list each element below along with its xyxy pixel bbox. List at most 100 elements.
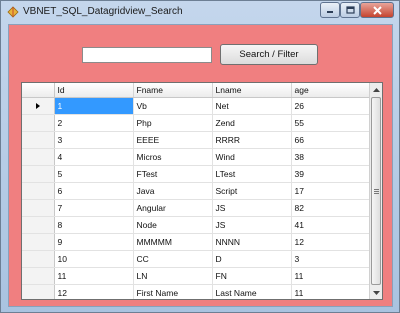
column-header-age[interactable]: age (291, 83, 371, 98)
cell-fname[interactable]: Php (133, 114, 213, 132)
row-header-cell[interactable] (22, 199, 55, 217)
row-header-cell[interactable] (22, 97, 55, 115)
cell-lname[interactable]: Script (212, 182, 292, 200)
cell-lname[interactable]: Zend (212, 114, 292, 132)
cell-fname[interactable]: First Name (133, 284, 213, 299)
data-grid[interactable]: Id Fname Lname age 1 Vb Net 26 2 Php Zend 55 3 EE… (21, 82, 383, 300)
cell-id[interactable]: 7 (54, 199, 134, 217)
cell-fname[interactable]: MMMMM (133, 233, 213, 251)
table-row[interactable]: 6 Java Script 17 (22, 182, 371, 200)
column-header-row: Id Fname Lname age (22, 83, 371, 98)
row-header-cell[interactable] (22, 148, 55, 166)
row-header-cell[interactable] (22, 131, 55, 149)
vertical-scrollbar[interactable] (369, 83, 382, 299)
table-row[interactable]: 10 CC D 3 (22, 250, 371, 268)
cell-lname[interactable]: NNNN (212, 233, 292, 251)
window-title: VBNET_SQL_Datagridview_Search (23, 6, 183, 17)
cell-age[interactable]: 12 (291, 233, 371, 251)
cell-age[interactable]: 82 (291, 199, 371, 217)
minimize-icon (327, 11, 333, 13)
cell-id[interactable]: 1 (54, 97, 134, 115)
row-header-cell[interactable] (22, 284, 55, 299)
cell-lname[interactable]: Last Name (212, 284, 292, 299)
cell-age[interactable]: 38 (291, 148, 371, 166)
row-header-cell[interactable] (22, 216, 55, 234)
column-header-lname[interactable]: Lname (212, 83, 292, 98)
close-button[interactable] (360, 2, 394, 18)
cell-fname[interactable]: EEEE (133, 131, 213, 149)
cell-fname[interactable]: Micros (133, 148, 213, 166)
cell-fname[interactable]: Node (133, 216, 213, 234)
cell-age[interactable]: 39 (291, 165, 371, 183)
table-row[interactable]: 9 MMMMM NNNN 12 (22, 233, 371, 251)
row-header-cell[interactable] (22, 114, 55, 132)
row-header-cell[interactable] (22, 233, 55, 251)
table-row[interactable]: 2 Php Zend 55 (22, 114, 371, 132)
scroll-thumb[interactable] (371, 97, 381, 285)
cell-age[interactable]: 11 (291, 284, 371, 299)
column-header-fname[interactable]: Fname (133, 83, 213, 98)
cell-id[interactable]: 9 (54, 233, 134, 251)
scroll-grip-icon (373, 190, 379, 192)
table-row[interactable]: 12 First Name Last Name 11 (22, 284, 371, 299)
cell-lname[interactable]: LTest (212, 165, 292, 183)
cell-lname[interactable]: FN (212, 267, 292, 285)
table-row[interactable]: 5 FTest LTest 39 (22, 165, 371, 183)
cell-age[interactable]: 26 (291, 97, 371, 115)
table-row[interactable]: 8 Node JS 41 (22, 216, 371, 234)
cell-id[interactable]: 2 (54, 114, 134, 132)
table-row[interactable]: 1 Vb Net 26 (22, 97, 371, 115)
cell-id[interactable]: 11 (54, 267, 134, 285)
form-client-area: Search / Filter Id Fname Lname age 1 Vb Ne… (8, 24, 393, 307)
row-header-cell[interactable] (22, 165, 55, 183)
table-row[interactable]: 3 EEEE RRRR 66 (22, 131, 371, 149)
cell-id[interactable]: 6 (54, 182, 134, 200)
cell-age[interactable]: 66 (291, 131, 371, 149)
search-input[interactable] (82, 47, 212, 63)
data-grid-table: Id Fname Lname age 1 Vb Net 26 2 Php Zend 55 3 EE… (22, 83, 371, 299)
scroll-down-button[interactable] (370, 286, 382, 299)
table-row[interactable]: 11 LN FN 11 (22, 267, 371, 285)
cell-id[interactable]: 5 (54, 165, 134, 183)
maximize-button[interactable] (340, 2, 360, 18)
cell-fname[interactable]: LN (133, 267, 213, 285)
cell-fname[interactable]: Angular (133, 199, 213, 217)
cell-id[interactable]: 8 (54, 216, 134, 234)
cell-fname[interactable]: Vb (133, 97, 213, 115)
cell-fname[interactable]: CC (133, 250, 213, 268)
cell-fname[interactable]: Java (133, 182, 213, 200)
cell-id[interactable]: 12 (54, 284, 134, 299)
close-icon (372, 5, 382, 15)
table-row[interactable]: 7 Angular JS 82 (22, 199, 371, 217)
grid-body: 1 Vb Net 26 2 Php Zend 55 3 EEEE RRRR 66 4 Micros Wind… (22, 97, 371, 299)
cell-lname[interactable]: RRRR (212, 131, 292, 149)
corner-header-cell[interactable] (22, 83, 55, 98)
cell-id[interactable]: 4 (54, 148, 134, 166)
cell-age[interactable]: 3 (291, 250, 371, 268)
title-bar[interactable]: VBNET_SQL_Datagridview_Search (1, 1, 399, 23)
cell-id[interactable]: 3 (54, 131, 134, 149)
cell-id[interactable]: 10 (54, 250, 134, 268)
cell-fname[interactable]: FTest (133, 165, 213, 183)
cell-age[interactable]: 11 (291, 267, 371, 285)
search-filter-button[interactable]: Search / Filter (220, 44, 318, 65)
scroll-up-button[interactable] (370, 83, 382, 96)
app-icon (7, 6, 19, 18)
cell-lname[interactable]: Net (212, 97, 292, 115)
minimize-button[interactable] (320, 2, 340, 18)
cell-lname[interactable]: D (212, 250, 292, 268)
cell-age[interactable]: 55 (291, 114, 371, 132)
cell-lname[interactable]: Wind (212, 148, 292, 166)
app-window: VBNET_SQL_Datagridview_Search Search / F… (0, 0, 400, 313)
table-row[interactable]: 4 Micros Wind 38 (22, 148, 371, 166)
cell-age[interactable]: 41 (291, 216, 371, 234)
cell-lname[interactable]: JS (212, 199, 292, 217)
scroll-up-arrow-icon (372, 87, 380, 92)
cell-age[interactable]: 17 (291, 182, 371, 200)
row-header-cell[interactable] (22, 182, 55, 200)
row-header-cell[interactable] (22, 267, 55, 285)
scroll-down-arrow-icon (372, 290, 380, 295)
row-header-cell[interactable] (22, 250, 55, 268)
column-header-id[interactable]: Id (54, 83, 134, 98)
cell-lname[interactable]: JS (212, 216, 292, 234)
